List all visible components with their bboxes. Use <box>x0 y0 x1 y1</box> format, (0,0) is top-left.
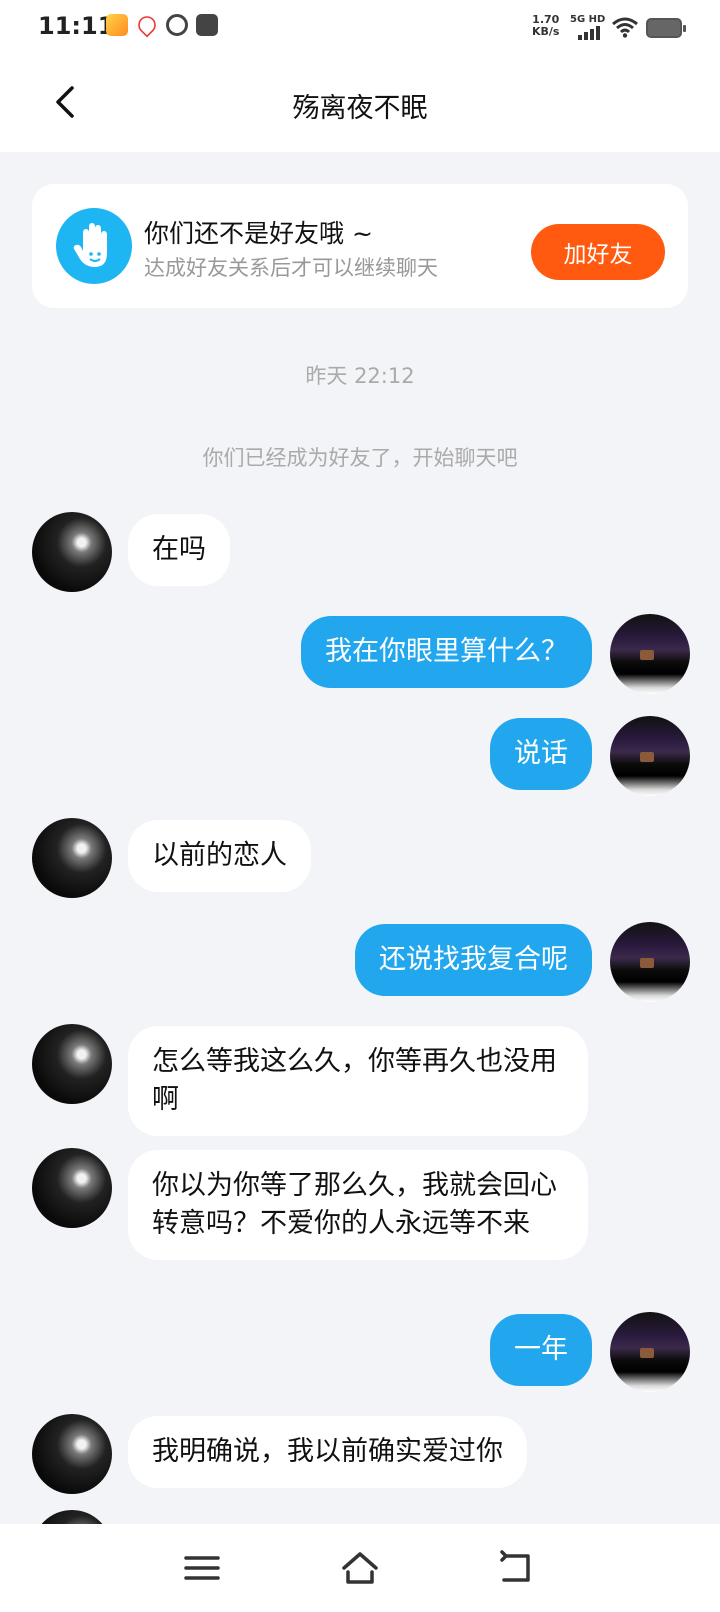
network-speed: 1.70 KB/s <box>532 14 559 38</box>
system-nav-bar <box>0 1524 720 1612</box>
outgoing-message[interactable]: 我在你眼里算什么？ <box>301 616 592 688</box>
incoming-message[interactable]: 以前的恋人 <box>128 820 311 892</box>
friend-request-banner: 你们还不是好友哦 ~ 达成好友关系后才可以继续聊天 加好友 <box>32 184 688 308</box>
status-bar: 11:11 1.70 KB/s 5G HD <box>0 0 720 56</box>
my-avatar[interactable] <box>610 1312 690 1392</box>
notification-icons <box>106 12 218 38</box>
network-type: 5G HD <box>570 14 606 25</box>
hand-icon <box>56 208 132 284</box>
banner-subtitle: 达成好友关系后才可以继续聊天 <box>144 256 438 280</box>
signal-icon <box>578 26 604 40</box>
contact-avatar[interactable] <box>32 818 112 898</box>
contact-avatar[interactable] <box>32 1414 112 1494</box>
incoming-message[interactable]: 在吗 <box>128 514 230 586</box>
my-avatar[interactable] <box>610 614 690 694</box>
battery-icon <box>646 18 686 38</box>
add-friend-button[interactable]: 加好友 <box>531 224 665 280</box>
outgoing-message[interactable]: 一年 <box>490 1314 592 1386</box>
banner-title: 你们还不是好友哦 ~ <box>144 219 373 248</box>
contact-avatar[interactable] <box>32 512 112 592</box>
chat-header: 殇离夜不眠 <box>0 56 720 152</box>
shopping-bag-icon <box>196 14 218 36</box>
incoming-message[interactable]: 怎么等我这么久，你等再久也没用啊 <box>128 1026 588 1136</box>
network-speed-unit: KB/s <box>532 25 560 38</box>
timestamp-label: 昨天 22:12 <box>305 364 415 388</box>
outgoing-message[interactable]: 还说找我复合呢 <box>355 924 592 996</box>
incoming-message[interactable]: 你以为你等了那么久，我就会回心转意吗？不爱你的人永远等不来 <box>128 1150 588 1260</box>
contact-avatar[interactable] <box>32 1024 112 1104</box>
menu-icon[interactable] <box>180 1548 224 1588</box>
video-app-icon <box>106 14 128 36</box>
map-pin-icon <box>134 12 160 38</box>
contact-avatar[interactable] <box>32 1148 112 1228</box>
home-icon[interactable] <box>338 1548 382 1588</box>
wifi-icon <box>612 17 638 38</box>
outgoing-message[interactable]: 说话 <box>490 718 592 790</box>
my-avatar[interactable] <box>610 922 690 1002</box>
cloud-app-icon <box>166 14 188 36</box>
chat-title: 殇离夜不眠 <box>292 93 428 124</box>
status-time: 11:11 <box>38 12 115 40</box>
system-message: 你们已经成为好友了，开始聊天吧 <box>202 446 518 470</box>
incoming-message[interactable]: 我明确说，我以前确实爱过你 <box>128 1416 527 1488</box>
my-avatar[interactable] <box>610 716 690 796</box>
back-icon[interactable] <box>494 1548 538 1588</box>
